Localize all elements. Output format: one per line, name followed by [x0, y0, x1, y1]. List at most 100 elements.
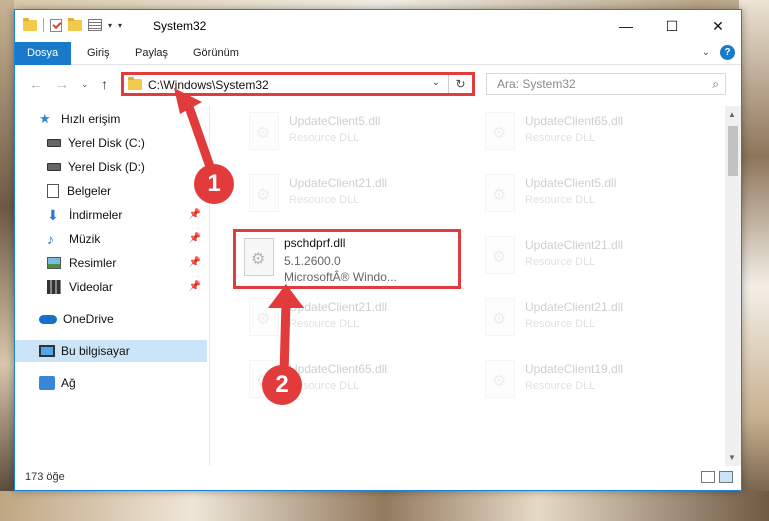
- vertical-scrollbar[interactable]: ▲ ▼: [725, 106, 741, 466]
- search-placeholder[interactable]: Ara: System32: [497, 77, 576, 91]
- file-tile[interactable]: UpdateClient21.dll Resource DLL: [477, 292, 697, 346]
- ribbon-right-controls: ⌄ ?: [702, 45, 735, 60]
- file-tile[interactable]: UpdateClient21.dll Resource DLL: [241, 168, 461, 222]
- customize-toolbar-arrow-icon[interactable]: ▾: [108, 21, 112, 30]
- file-tile[interactable]: UpdateClient5.dll Resource DLL: [477, 168, 697, 222]
- sidebar-item-pictures[interactable]: Resimler 📌: [15, 252, 207, 274]
- large-icons-view-icon[interactable]: [719, 471, 733, 483]
- file-type: Resource DLL: [289, 132, 360, 144]
- sidebar-item-this-pc[interactable]: Bu bilgisayar: [15, 340, 207, 362]
- pin-icon[interactable]: 📌: [189, 209, 201, 220]
- sidebar-item-label: İndirmeler: [69, 208, 123, 222]
- file-name: UpdateClient21.dll: [289, 176, 388, 190]
- refresh-icon[interactable]: ↻: [448, 75, 472, 93]
- dll-file-icon: [244, 238, 274, 276]
- dll-file-icon: [485, 236, 515, 274]
- forward-arrow-icon[interactable]: →: [55, 76, 69, 92]
- quick-access-toolbar: ▾ ▾: [23, 17, 122, 32]
- file-name: UpdateClient5.dll: [289, 114, 381, 128]
- item-count: 173 öğe: [25, 471, 65, 483]
- sidebar-item-downloads[interactable]: ⬇ İndirmeler 📌: [15, 204, 207, 226]
- file-tile[interactable]: UpdateClient21.dll Resource DLL: [477, 230, 697, 284]
- music-icon: ♪: [47, 231, 54, 247]
- file-tile[interactable]: UpdateClient5.dll Resource DLL: [241, 106, 461, 160]
- tab-paylas[interactable]: Paylaş: [123, 42, 180, 65]
- close-button[interactable]: ✕: [695, 10, 741, 42]
- scrollbar-thumb[interactable]: [728, 126, 738, 176]
- file-type: Resource DLL: [289, 194, 360, 206]
- help-icon[interactable]: ?: [720, 45, 735, 60]
- file-name: UpdateClient65.dll: [525, 114, 624, 128]
- details-view-icon[interactable]: [701, 471, 715, 483]
- sidebar-item-label: Belgeler: [67, 184, 112, 198]
- file-name: UpdateClient19.dll: [525, 362, 624, 376]
- explorer-window: ▾ ▾ System32 — ☐ ✕ Dosya Giriş Paylaş Gö…: [14, 9, 742, 491]
- this-pc-icon: [39, 345, 55, 357]
- back-arrow-icon[interactable]: ←: [29, 76, 43, 92]
- scroll-down-icon[interactable]: ▼: [728, 453, 736, 462]
- scroll-up-icon[interactable]: ▲: [728, 110, 736, 119]
- sidebar-item-videos[interactable]: Videolar 📌: [15, 276, 207, 298]
- file-type: Resource DLL: [525, 132, 596, 144]
- sidebar-item-music[interactable]: ♪ Müzik 📌: [15, 228, 207, 250]
- file-type: Resource DLL: [525, 380, 596, 392]
- dll-file-icon: [485, 360, 515, 398]
- pin-icon[interactable]: 📌: [189, 233, 201, 244]
- sidebar-item-label: Yerel Disk (C:): [68, 136, 145, 150]
- maximize-button[interactable]: ☐: [649, 10, 695, 42]
- tab-gorunum[interactable]: Görünüm: [181, 42, 251, 65]
- new-folder-icon[interactable]: [68, 17, 82, 31]
- onedrive-icon: [39, 314, 57, 324]
- sidebar-item-label: Yerel Disk (D:): [68, 160, 145, 174]
- dll-file-icon: [485, 298, 515, 336]
- sidebar-item-label: Hızlı erişim: [61, 112, 121, 126]
- file-name: UpdateClient21.dll: [525, 238, 624, 252]
- folder-icon: [23, 17, 37, 31]
- sidebar-item-label: Ağ: [61, 376, 76, 390]
- disk-icon: [47, 163, 61, 171]
- sidebar-item-label: Videolar: [69, 280, 113, 294]
- address-folder-icon: [128, 77, 142, 90]
- properties-check-icon[interactable]: [50, 18, 62, 32]
- sidebar-item-network[interactable]: Ağ: [15, 372, 207, 394]
- network-icon: [39, 376, 55, 390]
- address-dropdown-icon[interactable]: ⌄: [432, 77, 440, 88]
- minimize-button[interactable]: —: [603, 10, 649, 42]
- desktop-background-right: [739, 0, 769, 521]
- expand-ribbon-chevron-icon[interactable]: ⌄: [702, 47, 710, 58]
- search-icon[interactable]: ⌕: [712, 77, 719, 92]
- pin-icon[interactable]: 📌: [189, 257, 201, 268]
- disk-icon: [47, 139, 61, 147]
- up-arrow-icon[interactable]: ↑: [101, 76, 108, 92]
- pin-icon[interactable]: 📌: [189, 281, 201, 292]
- file-name: pschdprf.dll: [284, 236, 346, 250]
- pictures-icon: [47, 257, 61, 269]
- ribbon-tabs: Dosya Giriş Paylaş Görünüm ⌄ ?: [15, 42, 741, 65]
- navigation-bar: ← → ⌄ ↑ C:\Windows\System32 ⌄ ↻ Ara: Sys…: [15, 66, 741, 102]
- toolbar-dropdown-icon[interactable]: ▾: [118, 21, 122, 30]
- sidebar-item-onedrive[interactable]: OneDrive: [15, 308, 207, 330]
- videos-icon: [47, 280, 61, 294]
- toolbar-separator: [43, 18, 44, 32]
- downloads-icon: ⬇: [47, 206, 59, 223]
- title-bar: ▾ ▾ System32 — ☐ ✕: [15, 10, 741, 42]
- properties-icon[interactable]: [88, 19, 102, 31]
- status-bar: 173 öğe: [15, 466, 741, 490]
- window-controls: — ☐ ✕: [603, 10, 741, 42]
- recent-locations-icon[interactable]: ⌄: [81, 79, 89, 90]
- desktop-background-left: [0, 0, 14, 521]
- file-type: Resource DLL: [525, 256, 596, 268]
- file-tile[interactable]: UpdateClient65.dll Resource DLL: [477, 106, 697, 160]
- tab-dosya[interactable]: Dosya: [15, 42, 71, 65]
- tab-giris[interactable]: Giriş: [75, 42, 122, 65]
- dll-file-icon: [249, 174, 279, 212]
- file-name: UpdateClient21.dll: [525, 300, 624, 314]
- dll-file-icon: [485, 174, 515, 212]
- highlighted-file-tile[interactable]: pschdprf.dll 5.1.2600.0 MicrosoftÂ® Wind…: [233, 229, 461, 289]
- window-title: System32: [153, 19, 207, 33]
- dll-file-icon: [249, 112, 279, 150]
- file-type: Resource DLL: [525, 318, 596, 330]
- file-name: UpdateClient5.dll: [525, 176, 617, 190]
- file-tile[interactable]: UpdateClient19.dll Resource DLL: [477, 354, 697, 408]
- search-box[interactable]: Ara: System32 ⌕: [486, 73, 726, 95]
